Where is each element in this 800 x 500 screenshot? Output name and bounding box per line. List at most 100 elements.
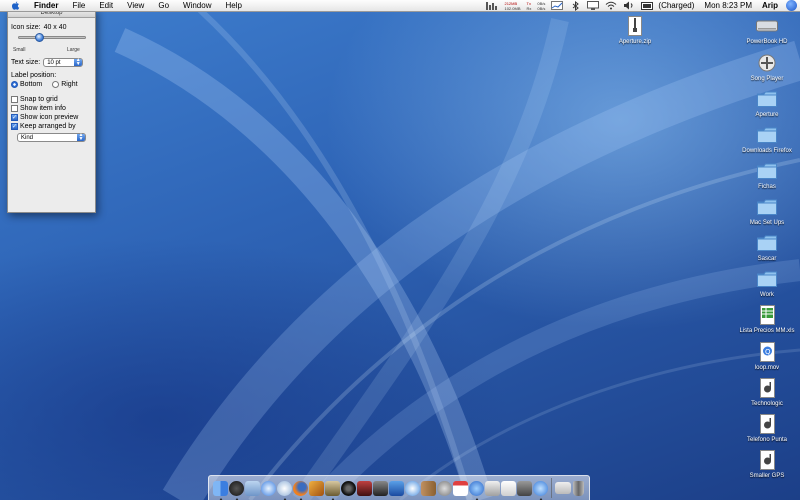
dock-itunes-icon[interactable] [276,479,292,500]
arrange-by-popup[interactable]: Kind ▲ ▼ [17,133,86,142]
desktop-icon[interactable]: Song Player [732,52,800,82]
desktop-icon-label[interactable]: PowerBook HD [746,39,787,45]
show-item-info-label[interactable]: Show item info [20,105,66,112]
radio-right[interactable] [52,81,60,88]
desktop-icon-label[interactable]: Downloads Firefox [742,148,792,154]
folder-icon[interactable] [756,124,778,146]
snap-to-grid-label[interactable]: Snap to grid [20,96,58,103]
audio-file-icon[interactable] [756,413,778,435]
desktop-icon-label[interactable]: Work [760,292,774,298]
menu-window[interactable]: Window [176,0,218,12]
desktop-icon-label[interactable]: Lista Precios MM.xls [739,328,794,334]
dock-dashboard-icon[interactable] [228,479,244,500]
dock-idvd-icon[interactable] [388,479,404,497]
battery-status[interactable]: (Charged) [658,1,694,10]
zip-icon[interactable] [624,15,646,37]
desktop-icon-label[interactable]: loop.mov [755,365,779,371]
spotlight-icon[interactable] [786,0,797,11]
radio-right-label[interactable]: Right [61,81,77,88]
dock-minimized-window-icon[interactable] [555,479,572,497]
dock-trash-icon[interactable] [572,479,585,497]
menu-view[interactable]: View [120,0,151,12]
folder-icon[interactable] [756,268,778,290]
dock-ichat-icon[interactable] [404,479,420,497]
desktop-icon-label[interactable]: Song Player [751,76,784,82]
snap-to-grid-checkbox[interactable] [11,96,18,103]
desktop-icon[interactable]: Lista Precios MM.xls [732,304,800,334]
wifi-icon[interactable] [605,1,617,11]
dock-safari-icon[interactable] [260,479,276,497]
dock-ical-icon[interactable] [452,479,468,497]
bluetooth-icon[interactable] [569,0,581,11]
fast-user-switch[interactable]: Arip [762,1,778,10]
desktop-icon[interactable]: Telefono Punta [732,413,800,443]
network-graph-icon[interactable] [551,1,564,11]
desktop-icon[interactable]: Qloop.mov [732,341,800,371]
desktop-icon[interactable]: Sascar [732,232,800,262]
dock-system-preferences-icon[interactable] [436,479,452,497]
keep-arranged-label[interactable]: Keep arranged by [20,123,76,130]
dock-itunes-music-icon[interactable] [356,479,372,497]
show-item-info-checkbox[interactable] [11,105,18,112]
desktop-icon-label[interactable]: Aperture [755,112,778,118]
desktop-icon[interactable]: Smaller GPS [732,449,800,479]
desktop-icon[interactable]: Aperture [732,88,800,118]
desktop-icon-label[interactable]: Aperture.zip [619,39,651,45]
show-icon-preview-checkbox[interactable]: ✓ [11,114,18,121]
desktop-icon-label[interactable]: Fichas [758,184,776,190]
battery-icon[interactable] [641,1,654,11]
dock-calculator-icon[interactable] [516,479,532,497]
menu-finder[interactable]: Finder [27,0,65,12]
desktop-icon-label[interactable]: Mac Set Ups [750,220,784,226]
keep-arranged-checkbox[interactable]: ✓ [11,123,18,130]
desktop-icon-label[interactable]: Smaller GPS [750,473,785,479]
dock-firefox-icon[interactable] [292,479,308,500]
hard-drive-icon[interactable] [756,15,778,37]
volume-icon[interactable] [623,1,635,11]
menu-file[interactable]: File [65,0,92,12]
audio-file-icon[interactable] [756,377,778,399]
folder-icon[interactable] [756,232,778,254]
folder-icon[interactable] [756,88,778,110]
dock-garageband-icon[interactable] [308,479,324,497]
dock-textedit-icon[interactable] [500,479,516,497]
text-size-popup[interactable]: 10 pt ▲ ▼ [43,58,84,67]
icon-size-slider[interactable] [18,33,86,42]
menu-edit[interactable]: Edit [92,0,120,12]
spreadsheet-icon[interactable] [756,304,778,326]
desktop-icon-label[interactable]: Technologic [751,401,783,407]
dock-preview-icon[interactable] [484,479,500,497]
dock-address-book-icon[interactable] [420,479,436,497]
dock-terminal-icon[interactable] [532,479,548,500]
dock-mail-icon[interactable] [244,479,260,497]
movie-icon[interactable]: Q [756,341,778,363]
menu-help[interactable]: Help [218,0,248,12]
desktop-icon[interactable]: Downloads Firefox [732,124,800,154]
desktop-icon-label[interactable]: Sascar [758,256,777,262]
desktop-icon-label[interactable]: Telefono Punta [747,437,787,443]
desktop-icon[interactable]: Mac Set Ups [732,196,800,226]
dock-iphoto-icon[interactable] [324,479,340,500]
dock-dvd-player-icon[interactable] [340,479,356,497]
folder-icon[interactable] [756,196,778,218]
desktop-icon[interactable]: Aperture.zip [600,15,670,45]
desktop-icon[interactable]: Technologic [732,377,800,407]
desktop-icon[interactable]: Work [732,268,800,298]
dock-network-icon[interactable] [468,479,484,500]
cpu-meter-icon[interactable] [486,1,498,11]
show-icon-preview-label[interactable]: Show icon preview [20,114,78,121]
dock-finder-icon[interactable] [212,479,228,500]
radio-bottom[interactable] [11,81,18,88]
icon-size-slider-knob[interactable] [35,33,45,42]
display-icon[interactable] [587,1,600,11]
folder-icon[interactable] [756,160,778,182]
apple-menu-icon[interactable] [9,1,21,11]
audio-file-icon[interactable] [756,449,778,471]
radio-bottom-label[interactable]: Bottom [20,81,42,88]
desktop-icon[interactable]: PowerBook HD [732,15,800,45]
menu-clock[interactable]: Mon 8:23 PM [704,1,752,10]
desktop-icon[interactable]: Fichas [732,160,800,190]
menu-go[interactable]: Go [151,0,176,12]
dock-imovie-icon[interactable] [372,479,388,497]
app-icon[interactable] [756,52,778,74]
